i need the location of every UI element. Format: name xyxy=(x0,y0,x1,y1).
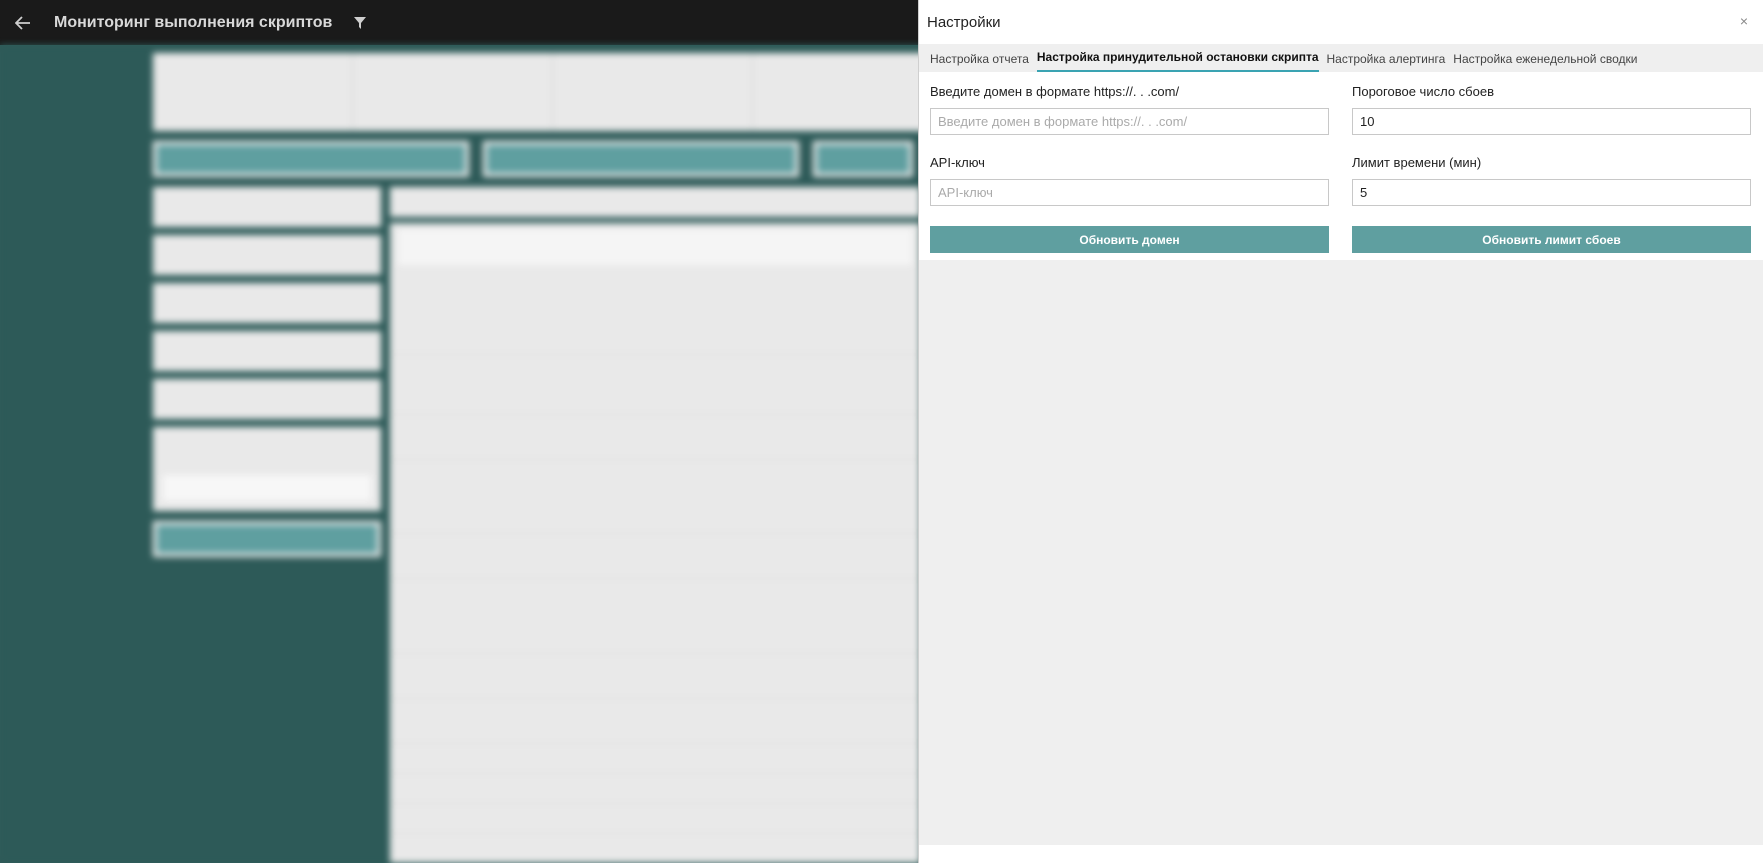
tab-force-stop-settings[interactable]: Настройка принудительной остановки скрип… xyxy=(1036,50,1319,72)
close-icon: × xyxy=(1739,13,1749,29)
table-row xyxy=(390,415,920,460)
table-row xyxy=(390,774,920,804)
period-input xyxy=(163,475,371,501)
filter-field xyxy=(153,187,381,227)
period-box xyxy=(153,427,381,511)
table-row xyxy=(390,654,920,699)
settings-panel: Настройки × Настройка отчета Настройка п… xyxy=(918,0,1763,863)
time-limit-field-group: Лимит времени (мин) xyxy=(1352,155,1751,226)
table-row xyxy=(390,534,920,579)
filters-column xyxy=(153,187,381,557)
arrow-left-icon xyxy=(15,15,30,30)
background-button-row xyxy=(153,141,913,177)
filter-field xyxy=(153,379,381,419)
tab-report-settings[interactable]: Настройка отчета xyxy=(930,52,1029,72)
settings-tabs: Настройка отчета Настройка принудительно… xyxy=(919,44,1763,72)
filter-button[interactable] xyxy=(348,11,372,35)
table-row xyxy=(390,804,920,834)
threshold-label: Пороговое число сбоев xyxy=(1352,84,1494,99)
funnel-icon xyxy=(354,16,367,29)
stat-card xyxy=(553,53,753,131)
background-button xyxy=(812,141,913,177)
background-button xyxy=(482,141,799,177)
api-key-field-group: API-ключ xyxy=(930,155,1329,226)
table-row xyxy=(390,460,920,534)
domain-field-group: Введите домен в формате https://. . .com… xyxy=(930,84,1329,155)
api-key-label: API-ключ xyxy=(930,155,985,170)
close-button[interactable]: × xyxy=(1735,12,1753,30)
update-failure-limit-button[interactable]: Обновить лимит сбоев xyxy=(1352,226,1751,253)
time-limit-input[interactable] xyxy=(1352,179,1751,206)
table-row xyxy=(390,744,920,774)
stat-card xyxy=(153,53,353,131)
threshold-input[interactable] xyxy=(1352,108,1751,135)
tab-weekly-summary-settings[interactable]: Настройка еженедельной сводки xyxy=(1453,52,1637,72)
api-key-input[interactable] xyxy=(930,179,1329,206)
background-button xyxy=(153,141,469,177)
time-limit-label: Лимит времени (мин) xyxy=(1352,155,1482,170)
filter-field xyxy=(153,283,381,323)
table-row xyxy=(390,355,920,415)
table-search xyxy=(398,229,912,265)
table-row xyxy=(390,699,920,744)
domain-input[interactable] xyxy=(930,108,1329,135)
threshold-field-group: Пороговое число сбоев xyxy=(1352,84,1751,155)
panel-footer xyxy=(919,845,1763,863)
table-row xyxy=(390,311,920,355)
settings-header: Настройки × xyxy=(919,0,1763,44)
form-grid: Введите домен в формате https://. . .com… xyxy=(930,84,1752,253)
settings-title: Настройки xyxy=(927,13,1001,31)
force-stop-form: Введите домен в формате https://. . .com… xyxy=(919,72,1763,260)
update-domain-button[interactable]: Обновить домен xyxy=(930,226,1329,253)
period-button xyxy=(153,521,381,557)
filter-field xyxy=(153,331,381,371)
filter-field xyxy=(153,235,381,275)
stats-panel xyxy=(153,53,953,131)
stat-card xyxy=(353,53,553,131)
page-title: Мониторинг выполнения скриптов xyxy=(54,13,333,31)
back-button[interactable] xyxy=(0,0,46,45)
tab-alerting-settings[interactable]: Настройка алертинга xyxy=(1327,52,1446,72)
exec-count xyxy=(390,187,920,223)
domain-label: Введите домен в формате https://. . .com… xyxy=(930,84,1180,99)
table-header xyxy=(390,271,920,311)
table-row xyxy=(390,579,920,654)
scripts-table xyxy=(390,187,920,863)
